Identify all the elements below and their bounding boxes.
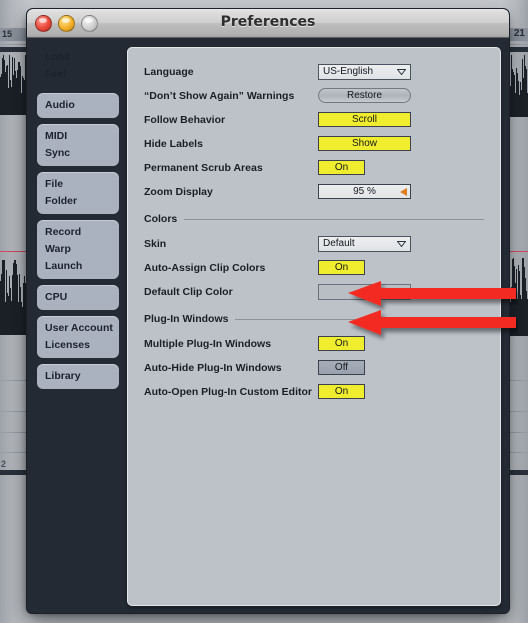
auto-assign-clip-colors-toggle[interactable]: On xyxy=(318,260,365,275)
sidebar-item-licenses[interactable]: Licenses xyxy=(37,337,119,354)
sidebar-group-library[interactable]: Library xyxy=(37,364,119,389)
sidebar-item-record[interactable]: Record xyxy=(37,224,119,241)
window-body: Look Feel Audio MIDI Sync File Folder Re… xyxy=(27,38,509,613)
sidebar-item-sync[interactable]: Sync xyxy=(37,145,119,162)
multiple-plug-in-windows-toggle[interactable]: On xyxy=(318,336,365,351)
chevron-down-icon xyxy=(397,240,406,247)
section-plug-in-windows: Plug-In Windows xyxy=(144,313,484,325)
row-auto-assign-clip-colors: Auto-Assign Clip Colors On xyxy=(144,258,484,277)
label-auto-assign-clip-colors: Auto-Assign Clip Colors xyxy=(144,261,266,274)
sidebar-item-folder[interactable]: Folder xyxy=(37,193,119,210)
sidebar-item-file[interactable]: File xyxy=(37,176,119,193)
label-multiple-plug-in-windows: Multiple Plug-In Windows xyxy=(144,337,272,350)
chevron-down-icon xyxy=(397,288,406,295)
sidebar-group-cpu[interactable]: CPU xyxy=(37,285,119,310)
skin-dropdown[interactable]: Default xyxy=(318,235,411,252)
section-colors: Colors xyxy=(144,213,484,225)
label-auto-open-plug-in-custom-editor: Auto-Open Plug-In Custom Editor xyxy=(144,385,312,398)
label-hide-labels: Hide Labels xyxy=(144,137,203,150)
row-follow-behavior: Follow Behavior Scroll xyxy=(144,110,484,129)
hide-labels-toggle[interactable]: Show xyxy=(318,136,411,151)
sidebar-item-user-account[interactable]: User Account xyxy=(37,320,119,337)
sidebar-group-look-feel[interactable]: Look Feel xyxy=(37,47,119,87)
row-dont-show-again-warnings: “Don’t Show Again” Warnings Restore xyxy=(144,86,484,105)
section-title-plug-in-windows: Plug-In Windows xyxy=(144,313,229,325)
row-skin: Skin Default xyxy=(144,234,484,253)
section-divider xyxy=(184,218,484,220)
sidebar-group-midi-sync[interactable]: MIDI Sync xyxy=(37,124,119,166)
auto-hide-plug-in-windows-toggle[interactable]: Off xyxy=(318,360,365,375)
row-language: Language US-English xyxy=(144,62,484,81)
row-permanent-scrub-areas: Permanent Scrub Areas On xyxy=(144,158,484,177)
sidebar-item-audio[interactable]: Audio xyxy=(37,97,119,114)
auto-open-plug-in-custom-editor-toggle[interactable]: On xyxy=(318,384,365,399)
window-titlebar[interactable]: Preferences xyxy=(27,9,509,38)
label-follow-behavior: Follow Behavior xyxy=(144,113,226,126)
slider-handle-triangle-icon[interactable] xyxy=(400,188,407,196)
preferences-window: Preferences Look Feel Audio MIDI Sync Fi… xyxy=(26,8,510,614)
bar-marker-2: 2 xyxy=(1,459,7,469)
permanent-scrub-areas-toggle[interactable]: On xyxy=(318,160,365,175)
sidebar-item-cpu[interactable]: CPU xyxy=(37,289,119,306)
label-skin: Skin xyxy=(144,237,167,250)
label-auto-hide-plug-in-windows: Auto-Hide Plug-In Windows xyxy=(144,361,282,374)
zoom-display-slider[interactable]: 95 % xyxy=(318,184,411,199)
row-auto-open-plug-in-custom-editor: Auto-Open Plug-In Custom Editor On xyxy=(144,382,484,401)
section-divider xyxy=(235,318,484,320)
sidebar-group-user-account-licenses[interactable]: User Account Licenses xyxy=(37,316,119,358)
language-value: US-English xyxy=(323,66,374,77)
preferences-content-panel: Language US-English “Don’t Show Again” W… xyxy=(127,47,501,606)
window-title: Preferences xyxy=(220,14,316,30)
screenshot-root: 15 21 2 Preferences Look Feel Audio MIDI… xyxy=(0,0,528,623)
chevron-down-icon xyxy=(397,68,406,75)
row-zoom-display: Zoom Display 95 % xyxy=(144,182,484,201)
label-permanent-scrub-areas: Permanent Scrub Areas xyxy=(144,161,263,174)
sidebar-group-file-folder[interactable]: File Folder xyxy=(37,172,119,214)
sidebar-item-warp[interactable]: Warp xyxy=(37,241,119,258)
default-clip-color-dropdown[interactable] xyxy=(318,283,411,300)
sidebar-group-audio[interactable]: Audio xyxy=(37,93,119,118)
sidebar-group-record-warp-launch[interactable]: Record Warp Launch xyxy=(37,220,119,279)
zoom-display-value: 95 % xyxy=(353,186,376,197)
follow-behavior-toggle[interactable]: Scroll xyxy=(318,112,411,127)
language-dropdown[interactable]: US-English xyxy=(318,63,411,80)
bar-marker-15: 15 xyxy=(2,29,13,39)
section-title-colors: Colors xyxy=(144,213,178,225)
sidebar-item-midi[interactable]: MIDI xyxy=(37,128,119,145)
restore-warnings-button[interactable]: Restore xyxy=(318,88,411,103)
label-zoom-display: Zoom Display xyxy=(144,185,213,198)
sidebar-item-feel[interactable]: Feel xyxy=(37,66,119,83)
preferences-sidebar: Look Feel Audio MIDI Sync File Folder Re… xyxy=(37,47,119,395)
label-language: Language xyxy=(144,65,194,78)
bar-marker-21: 21 xyxy=(513,28,525,39)
sidebar-item-look[interactable]: Look xyxy=(37,49,119,66)
row-auto-hide-plug-in-windows: Auto-Hide Plug-In Windows Off xyxy=(144,358,484,377)
row-multiple-plug-in-windows: Multiple Plug-In Windows On xyxy=(144,334,484,353)
sidebar-item-library[interactable]: Library xyxy=(37,368,119,385)
label-default-clip-color: Default Clip Color xyxy=(144,285,233,298)
row-hide-labels: Hide Labels Show xyxy=(144,134,484,153)
sidebar-item-launch[interactable]: Launch xyxy=(37,258,119,275)
row-default-clip-color: Default Clip Color xyxy=(144,282,484,301)
skin-value: Default xyxy=(323,238,355,249)
label-dont-show-again-warnings: “Don’t Show Again” Warnings xyxy=(144,89,295,102)
